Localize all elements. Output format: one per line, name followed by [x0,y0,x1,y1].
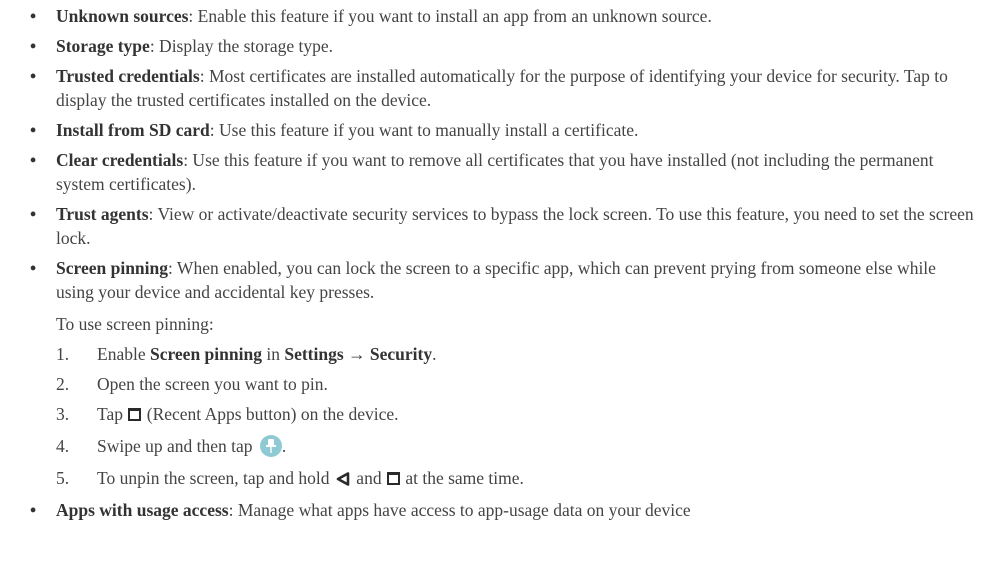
step-item: 5. To unpin the screen, tap and hold and … [56,466,524,492]
item-term: Unknown sources [56,6,189,26]
bullet: • [30,500,37,520]
step-item: 1. Enable Screen pinning in Settings → Se… [56,342,437,366]
item-desc: : Display the storage type. [149,36,334,56]
item-desc: : Use this feature if you want to manual… [209,120,639,140]
arrow-icon: → [348,344,366,364]
step-item: 3. Tap (Recent Apps button) on the device… [56,402,399,426]
step-bold: Security [369,344,433,364]
step-text: and [351,468,386,488]
step-text: Swipe up and then tap [97,436,257,456]
item-term: Install from SD card [56,120,210,140]
step-item: 2. Open the screen you want to pin. [56,372,328,396]
step-number: 3. [56,404,70,424]
item-term: Clear credentials [56,150,184,170]
bullet: • [30,66,37,86]
step-text: (Recent Apps button) on the device. [142,404,399,424]
list-item: • Unknown sources: Enable this feature i… [30,4,977,28]
back-triangle-icon [336,468,350,492]
bullet: • [30,120,37,140]
item-term: Trusted credentials [56,66,200,86]
item-term: Storage type [56,36,150,56]
list-item: • Clear credentials: Use this feature if… [30,148,977,196]
step-text: To unpin the screen, tap and hold [97,468,334,488]
step-text: Enable [97,344,150,364]
bullet: • [30,150,37,170]
item-term: Trust agents [56,204,149,224]
bullet: • [30,36,37,56]
list-item: • Trust agents: View or activate/deactiv… [30,202,977,250]
item-desc: : View or activate/deactivate security s… [56,204,974,248]
item-desc: : Manage what apps have access to app-us… [228,500,691,520]
item-desc: : Enable this feature if you want to ins… [188,6,712,26]
list-item: • Screen pinning: When enabled, you can … [30,256,977,304]
pin-icon [259,435,282,457]
step-text: . [281,436,287,456]
list-item: • Apps with usage access: Manage what ap… [30,498,977,522]
recent-apps-icon [128,408,142,421]
bullet: • [30,258,37,278]
pinning-intro: To use screen pinning: [56,314,214,334]
item-desc: : Use this feature if you want to remove… [56,150,934,194]
step-number: 2. [56,374,70,394]
step-number: 4. [56,436,70,456]
list-item: • Trusted credentials: Most certificates… [30,64,977,112]
step-bold: Screen pinning [149,344,262,364]
step-text: Open the screen you want to pin. [97,374,328,394]
step-item: 4. Swipe up and then tap . [56,434,286,458]
item-term: Screen pinning [56,258,168,278]
item-term: Apps with usage access [56,500,229,520]
list-item: • Storage type: Display the storage type… [30,34,977,58]
step-text: . [432,344,437,364]
step-text: in [261,344,285,364]
bullet: • [30,6,37,26]
item-desc: : When enabled, you can lock the screen … [56,258,936,302]
step-number: 1. [56,344,70,364]
step-text: Tap [97,404,128,424]
list-item: • Install from SD card: Use this feature… [30,118,977,142]
bullet: • [30,204,37,224]
step-text: at the same time. [400,468,524,488]
recent-apps-icon [386,472,400,485]
step-bold: Settings [284,344,344,364]
step-number: 5. [56,468,70,488]
